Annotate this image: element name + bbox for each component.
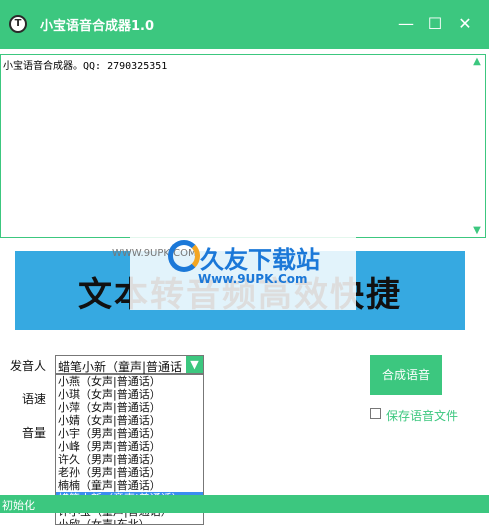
- voice-option[interactable]: 小萍（女声|普通话）: [56, 401, 203, 414]
- close-button[interactable]: ✕: [453, 12, 477, 36]
- voice-option[interactable]: 小燕（女声|普通话）: [56, 375, 203, 388]
- voice-option[interactable]: 楠楠（童声|普通话）: [56, 479, 203, 492]
- voice-option[interactable]: 许久（男声|普通话）: [56, 453, 203, 466]
- voice-option[interactable]: 小峰（男声|普通话）: [56, 440, 203, 453]
- watermark: WWW.9UPK.COM 久友下载站 Www.9UPK.Com: [112, 236, 356, 310]
- title-bar: T 小宝语音合成器1.0 — ☐ ✕: [0, 0, 489, 49]
- text-content: 小宝语音合成器。QQ: 2790325351: [3, 61, 168, 72]
- watermark-name: 久友下载站: [200, 246, 320, 274]
- scroll-down-icon[interactable]: ▼: [472, 225, 482, 236]
- app-logo-icon: T: [9, 15, 27, 33]
- maximize-button[interactable]: ☐: [423, 12, 447, 36]
- status-bar: 初始化: [0, 495, 489, 513]
- speed-label: 语速: [22, 392, 47, 406]
- scroll-up-icon[interactable]: ▲: [472, 56, 482, 67]
- voice-option[interactable]: 小琪（女声|普通话）: [56, 388, 203, 401]
- watermark-url: Www.9UPK.Com: [198, 272, 308, 286]
- status-text: 初始化: [2, 499, 35, 512]
- voice-option[interactable]: 小婧（女声|普通话）: [56, 414, 203, 427]
- volume-label: 音量: [22, 426, 47, 440]
- watermark-logo-icon: [168, 240, 200, 272]
- voice-select-value: 蜡笔小新（童声|普通话: [58, 360, 183, 374]
- window-title: 小宝语音合成器1.0: [40, 19, 155, 34]
- voice-option[interactable]: 小欣（女声|东北）: [56, 518, 203, 524]
- voice-option[interactable]: 老孙（男声|普通话）: [56, 466, 203, 479]
- text-input-area[interactable]: 小宝语音合成器。QQ: 2790325351 ▲ ▼: [0, 54, 486, 238]
- chevron-down-icon[interactable]: ▼: [186, 356, 203, 373]
- save-audio-label[interactable]: 保存语音文件: [386, 407, 458, 424]
- synthesize-button[interactable]: 合成语音: [370, 355, 442, 395]
- save-audio-checkbox[interactable]: [370, 408, 381, 419]
- voice-select[interactable]: 蜡笔小新（童声|普通话 ▼: [55, 355, 204, 374]
- minimize-button[interactable]: —: [394, 12, 418, 36]
- voice-option[interactable]: 小宇（男声|普通话）: [56, 427, 203, 440]
- voice-label: 发音人: [10, 359, 47, 373]
